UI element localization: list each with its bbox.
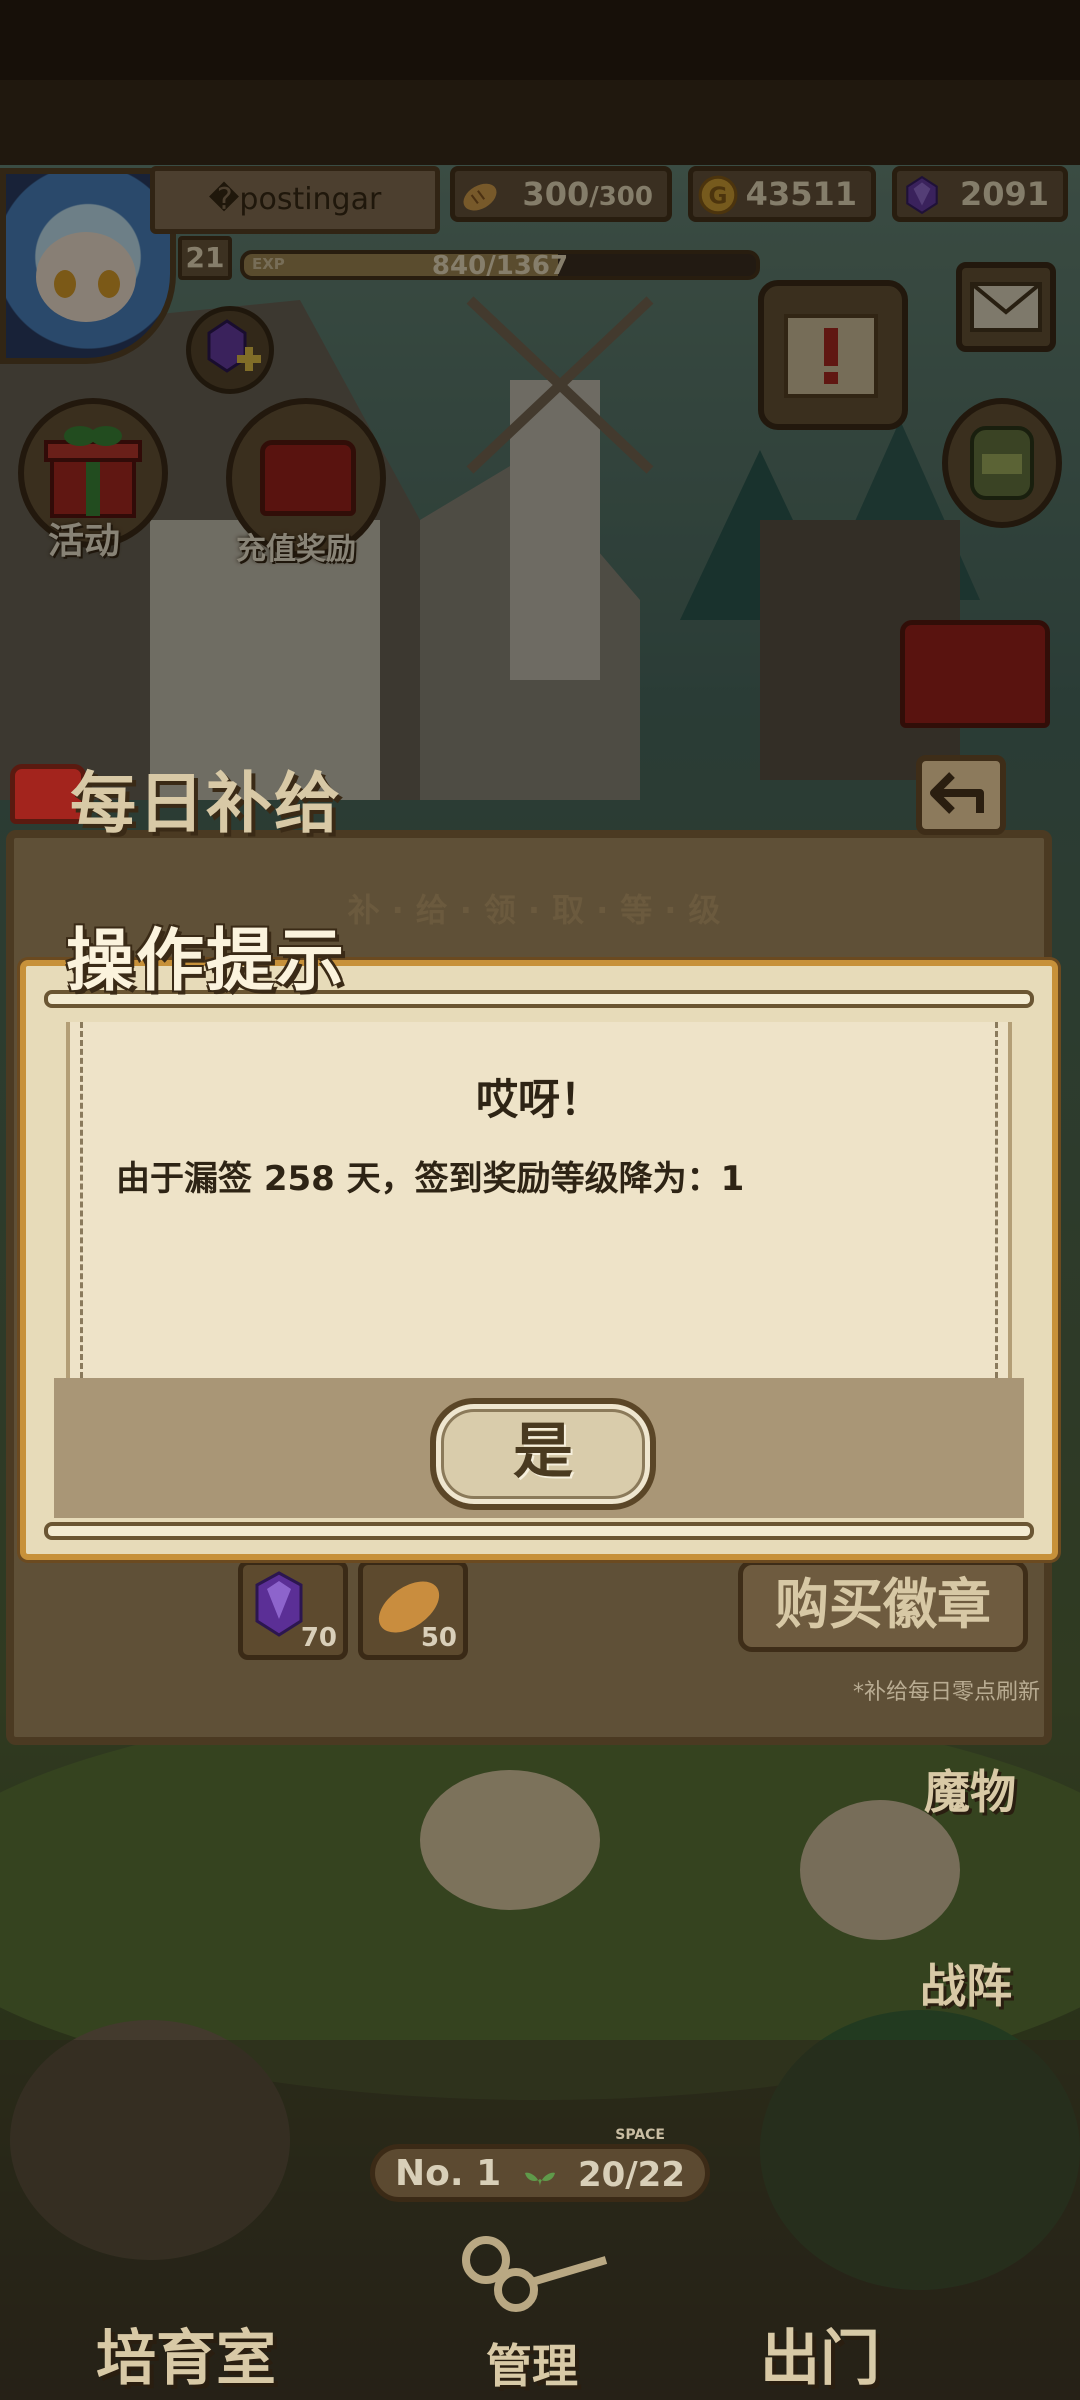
confirm-yes-label: 是 <box>513 1417 573 1487</box>
keys-icon <box>462 2236 608 2312</box>
formation-button[interactable]: 战阵 <box>920 1950 1012 2016</box>
buy-badge-button[interactable]: 购买徽章 <box>738 1560 1028 1652</box>
supply-item-gems-count: 70 <box>300 1623 337 1653</box>
nav-go-out[interactable]: 出门 <box>760 2310 880 2397</box>
daily-supply-title: 每日补给 <box>70 765 342 842</box>
refresh-note: *补给每日零点刷新 <box>852 1680 1040 1705</box>
back-arrow-icon <box>930 772 984 814</box>
dialog-bottom-rail <box>44 1522 1034 1540</box>
population-bar: No. 1 SPACE 20/22 <box>370 2127 710 2202</box>
monster-button[interactable]: 魔物 <box>924 1756 1016 1822</box>
supply-item-bread[interactable]: 50 <box>358 1560 468 1660</box>
dialog-message: 由于漏签 258 天，签到奖励等级降为：1 <box>116 1159 745 1199</box>
population-rank: No. 1 <box>395 2153 502 2194</box>
nav-nursery[interactable]: 培育室 <box>96 2310 276 2397</box>
game-screen: �postingar 21 EXP 840/1367 300/300 G 435… <box>0 0 1080 2400</box>
nav-manage[interactable]: 管理 <box>486 2330 578 2396</box>
supply-item-gems[interactable]: 70 <box>238 1560 348 1660</box>
dialog-heading: 哎呀！ <box>475 1075 602 1124</box>
population-count: 20/22 <box>577 2155 685 2195</box>
operation-tip-dialog: 哎呀！ 由于漏签 258 天，签到奖励等级降为：1 是 <box>20 960 1058 1560</box>
confirm-yes-button[interactable]: 是 <box>430 1398 656 1510</box>
back-button[interactable] <box>916 755 1006 835</box>
dialog-title: 操作提示 <box>66 922 347 1001</box>
supply-item-bread-count: 50 <box>420 1623 457 1653</box>
sprout-icon <box>525 2172 555 2187</box>
space-label: SPACE <box>615 2127 665 2143</box>
